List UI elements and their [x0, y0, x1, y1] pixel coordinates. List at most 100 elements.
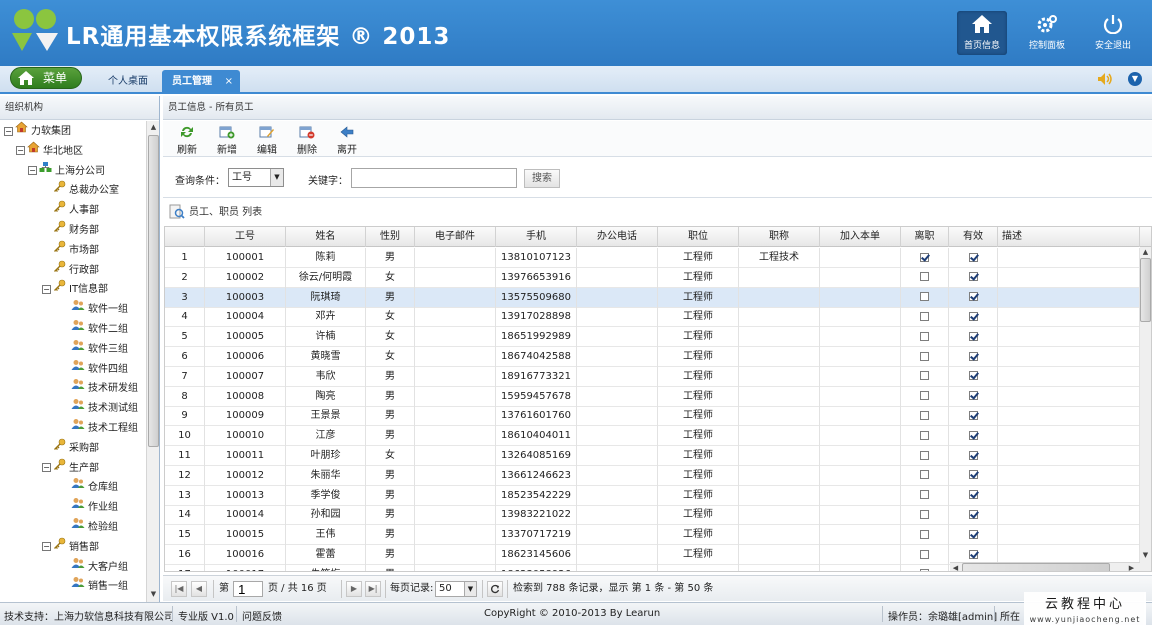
feedback-link[interactable]: 问题反馈 [242, 608, 282, 623]
tree-node[interactable]: 人事部 [42, 200, 99, 220]
page-size-select[interactable]: 50 ▼ [435, 581, 477, 597]
tree-node[interactable]: 技术测试组 [60, 398, 138, 418]
scroll-up-arrow-icon[interactable]: ▲ [148, 122, 159, 133]
grid-scroll-thumb[interactable] [1140, 258, 1151, 322]
resigned-checkbox[interactable] [920, 569, 929, 571]
tree-toggle-icon[interactable]: − [16, 146, 25, 156]
logout-button[interactable]: 安全退出 [1088, 11, 1138, 55]
grid-scroll-down-icon[interactable]: ▼ [1140, 550, 1151, 561]
tree-scrollbar[interactable]: ▲ ▼ [146, 121, 159, 602]
grid-horizontal-scrollbar[interactable]: ◀ ▶ [950, 562, 1140, 571]
valid-checkbox[interactable] [968, 509, 978, 519]
tree-node[interactable]: 大客户组 [60, 557, 128, 577]
valid-checkbox[interactable] [968, 410, 978, 420]
valid-checkbox[interactable] [968, 490, 978, 500]
resigned-checkbox[interactable] [920, 252, 929, 262]
valid-checkbox[interactable] [968, 430, 978, 440]
reload-button[interactable] [487, 581, 503, 597]
tree-node[interactable]: 财务部 [42, 220, 99, 240]
table-row[interactable]: 8 100008 陶亮男 15959457678 工程师 [165, 386, 1140, 407]
valid-checkbox[interactable] [968, 272, 978, 282]
valid-checkbox[interactable] [968, 371, 978, 381]
table-row[interactable]: 15 100015 王伟男 13370717219 工程师 [165, 525, 1140, 546]
grid-scroll-right-icon[interactable]: ▶ [1126, 563, 1137, 571]
tree-node[interactable]: 总裁办公室 [42, 180, 119, 200]
last-page-button[interactable]: ▶| [365, 581, 381, 597]
table-row[interactable]: 12 100012 朱丽华男 13661246623 工程师 [165, 465, 1140, 486]
resigned-checkbox[interactable] [920, 430, 929, 440]
column-header[interactable]: 工号 [205, 227, 286, 247]
resigned-checkbox[interactable] [920, 549, 929, 559]
tab-employee-management[interactable]: 员工管理 × [162, 70, 240, 94]
query-condition-select[interactable]: 工号 ▼ [228, 168, 284, 187]
column-header[interactable]: 电子邮件 [415, 227, 496, 247]
menu-button[interactable]: 菜单 [10, 67, 82, 89]
column-header[interactable]: 手机 [496, 227, 577, 247]
table-row[interactable]: 10 100010 江彦男 18610404011 工程师 [165, 426, 1140, 447]
tree-node[interactable]: 市场部 [42, 240, 99, 260]
grid-scroll-up-icon[interactable]: ▲ [1140, 247, 1151, 258]
tree-node[interactable]: 作业组 [60, 497, 118, 517]
column-header[interactable]: 办公电话 [577, 227, 658, 247]
valid-checkbox[interactable] [968, 450, 978, 460]
tree-node[interactable]: 检验组 [60, 517, 118, 537]
grid-scroll-left-icon[interactable]: ◀ [950, 563, 961, 571]
tree-node[interactable]: 技术工程组 [60, 418, 138, 438]
next-page-button[interactable]: ▶ [346, 581, 362, 597]
tree-node[interactable]: 行政部 [42, 260, 99, 280]
resigned-checkbox[interactable] [920, 470, 929, 480]
tree-toggle-icon[interactable]: − [42, 542, 51, 552]
keyword-input[interactable] [351, 168, 517, 188]
column-header[interactable]: 职位 [658, 227, 739, 247]
refresh-button[interactable]: 刷新 [172, 125, 202, 156]
valid-checkbox[interactable] [968, 549, 978, 559]
tree-node[interactable]: 采购部 [42, 438, 99, 458]
resigned-checkbox[interactable] [920, 410, 929, 420]
column-header[interactable]: 离职 [901, 227, 949, 247]
valid-checkbox[interactable] [968, 351, 978, 361]
resigned-checkbox[interactable] [920, 450, 929, 460]
table-row[interactable]: 6 100006 黄晓雪女 18674042588 工程师 [165, 347, 1140, 367]
grid-hscroll-thumb[interactable] [962, 563, 1110, 571]
valid-checkbox[interactable] [968, 331, 978, 341]
column-header[interactable]: 有效 [949, 227, 998, 247]
valid-checkbox[interactable] [968, 252, 978, 262]
tree-toggle-icon[interactable]: − [42, 284, 51, 294]
tree-node[interactable]: − 力软集团 [4, 121, 71, 141]
tree-scroll-thumb[interactable] [148, 135, 159, 447]
valid-checkbox[interactable] [968, 391, 978, 401]
resigned-checkbox[interactable] [920, 391, 929, 401]
resigned-checkbox[interactable] [920, 272, 929, 282]
delete-button[interactable]: 删除 [292, 125, 322, 156]
control-panel-button[interactable]: 控制面板 [1022, 11, 1072, 55]
tree-node[interactable]: − 华北地区 [16, 141, 83, 161]
valid-checkbox[interactable] [968, 292, 978, 302]
scroll-down-arrow-icon[interactable]: ▼ [148, 589, 159, 600]
tree-toggle-icon[interactable]: − [4, 126, 13, 136]
resigned-checkbox[interactable] [920, 292, 929, 302]
valid-checkbox[interactable] [968, 470, 978, 480]
tree-toggle-icon[interactable]: − [42, 463, 51, 473]
table-row[interactable]: 11 100011 叶朋珍女 13264085169 工程师 [165, 446, 1140, 466]
exit-button[interactable]: 离开 [332, 125, 362, 156]
search-button[interactable]: 搜索 [524, 169, 560, 188]
chevron-down-icon[interactable]: ▼ [464, 582, 476, 596]
tree-node[interactable]: − 销售部 [42, 537, 99, 557]
collapse-header-icon[interactable]: ▼ [1128, 72, 1142, 86]
resigned-checkbox[interactable] [920, 351, 929, 361]
tree-node[interactable]: − IT信息部 [42, 279, 108, 299]
tree-node[interactable]: 销售一组 [60, 576, 128, 596]
tree-node[interactable]: 软件三组 [60, 339, 128, 359]
tree-toggle-icon[interactable]: − [28, 166, 37, 176]
add-button[interactable]: 新增 [212, 125, 242, 156]
tab-personal-desktop[interactable]: 个人桌面 [108, 70, 148, 94]
valid-checkbox[interactable] [968, 529, 978, 539]
tree-node[interactable]: − 上海分公司 [28, 161, 105, 181]
speaker-icon[interactable] [1097, 72, 1113, 89]
resigned-checkbox[interactable] [920, 509, 929, 519]
table-row[interactable]: 14 100014 孙和园男 13983221022 工程师 [165, 505, 1140, 526]
page-number-input[interactable] [233, 581, 263, 597]
edit-button[interactable]: 编辑 [252, 125, 282, 156]
column-header[interactable]: 职称 [739, 227, 820, 247]
tree-node[interactable]: 软件二组 [60, 319, 128, 339]
